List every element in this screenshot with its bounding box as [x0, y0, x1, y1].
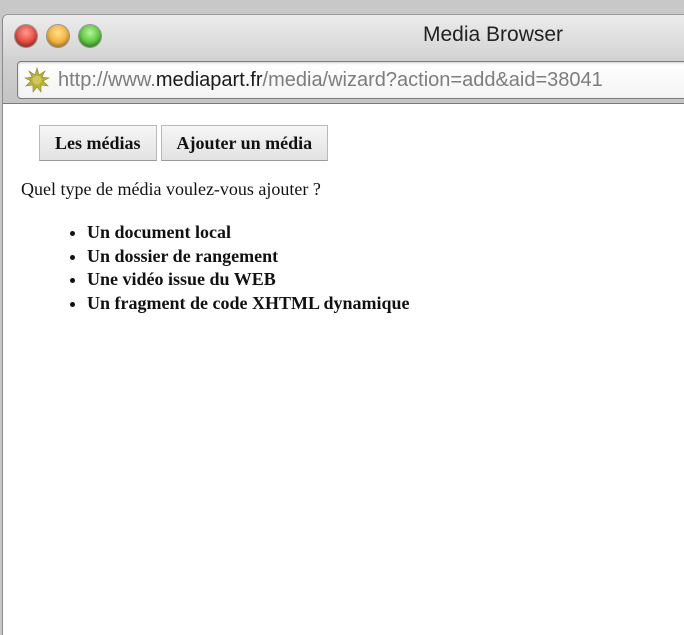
zoom-button[interactable]: [79, 25, 101, 47]
media-type-list: Un document local Un dossier de rangemen…: [69, 221, 410, 315]
window-title: Media Browser: [423, 23, 564, 46]
url-path: /media/wizard?action=add&aid=38041: [262, 68, 603, 91]
url-text[interactable]: http://www.mediapart.fr/media/wizard?act…: [58, 69, 603, 92]
media-type-question: Quel type de média voulez-vous ajouter ?: [21, 179, 321, 199]
browser-window: Media Browser http://www.mediapart.fr/me…: [2, 14, 684, 635]
tab-bar: Les médias Ajouter un média: [39, 125, 329, 161]
window-controls: [15, 25, 101, 47]
url-prefix: http://www.: [58, 68, 156, 91]
tab-les-medias[interactable]: Les médias: [39, 125, 157, 161]
starburst-favicon-icon: [24, 67, 50, 93]
page-content: Les médias Ajouter un média Quel type de…: [3, 105, 684, 635]
choice-storage-folder[interactable]: Un dossier de rangement: [87, 245, 410, 269]
url-domain: mediapart.fr: [155, 68, 263, 91]
minimize-button[interactable]: [47, 25, 69, 47]
close-button[interactable]: [15, 25, 37, 47]
choice-xhtml-fragment[interactable]: Un fragment de code XHTML dynamique: [87, 292, 410, 316]
browser-toolbar: http://www.mediapart.fr/media/wizard?act…: [3, 57, 684, 104]
title-bar[interactable]: Media Browser: [3, 15, 684, 61]
choice-local-document[interactable]: Un document local: [87, 221, 410, 245]
tab-ajouter-un-media[interactable]: Ajouter un média: [160, 125, 329, 161]
choice-web-video[interactable]: Une vidéo issue du WEB: [87, 268, 410, 292]
address-bar[interactable]: http://www.mediapart.fr/media/wizard?act…: [17, 61, 684, 99]
